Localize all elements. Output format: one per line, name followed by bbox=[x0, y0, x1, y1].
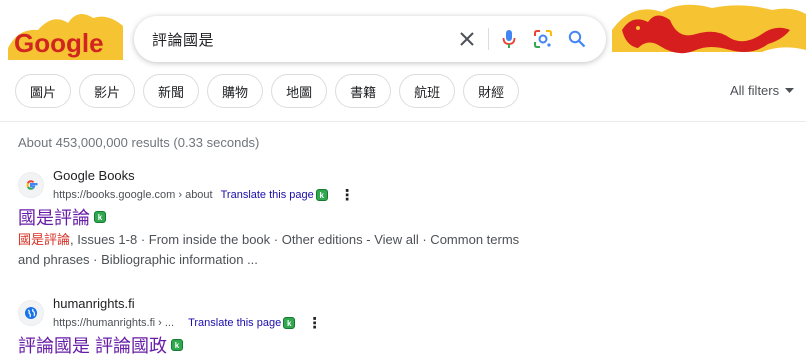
filter-chips: 圖片 影片 新聞 購物 地圖 書籍 航班 財經 bbox=[15, 74, 520, 110]
more-options-icon[interactable]: ⋮ bbox=[340, 186, 355, 204]
translate-link[interactable]: Translate this page bbox=[188, 317, 281, 329]
site-name[interactable]: Google Books bbox=[53, 168, 135, 183]
result-title-text[interactable]: 國是評論 bbox=[18, 204, 90, 230]
site-name[interactable]: humanrights.fi bbox=[53, 296, 135, 311]
extension-badge-icon: k bbox=[171, 339, 184, 351]
site-url-row: https://books.google.com › about Transla… bbox=[53, 186, 355, 204]
google-doodle-logo[interactable]: Google bbox=[8, 8, 123, 60]
more-options-icon[interactable]: ⋮ bbox=[307, 314, 322, 332]
translate-link[interactable]: Translate this page bbox=[221, 189, 314, 201]
microphone-icon[interactable] bbox=[498, 28, 520, 50]
result-stats: About 453,000,000 results (0.33 seconds) bbox=[18, 135, 260, 150]
extension-badge-icon: k bbox=[315, 189, 328, 201]
search-box[interactable]: 評論國是 bbox=[134, 16, 606, 62]
search-icon[interactable] bbox=[566, 28, 588, 50]
all-filters-label: All filters bbox=[730, 83, 780, 98]
search-input[interactable]: 評論國是 bbox=[152, 29, 214, 50]
site-url-row: https://humanrights.fi › ... Translate t… bbox=[53, 314, 322, 332]
site-url[interactable]: https://books.google.com › about bbox=[53, 189, 213, 201]
result-title[interactable]: 評論國是 評論國政 k bbox=[18, 332, 184, 356]
chip-finance[interactable]: 財經 bbox=[463, 74, 520, 108]
header-divider bbox=[0, 121, 806, 122]
result-title[interactable]: 國是評論 k bbox=[18, 204, 106, 230]
extension-badge-icon: k bbox=[283, 317, 296, 329]
chip-images[interactable]: 圖片 bbox=[15, 74, 72, 108]
chip-videos[interactable]: 影片 bbox=[79, 74, 136, 108]
searchbox-divider bbox=[488, 28, 489, 50]
clear-search-icon[interactable] bbox=[456, 28, 478, 50]
chip-flights[interactable]: 航班 bbox=[399, 74, 456, 108]
chip-books[interactable]: 書籍 bbox=[335, 74, 392, 108]
result-title-text[interactable]: 評論國是 評論國政 bbox=[18, 332, 167, 356]
google-favicon-icon[interactable] bbox=[18, 172, 44, 198]
snippet-highlight: 國是評論 bbox=[18, 232, 71, 247]
dragon-doodle-icon bbox=[612, 4, 806, 54]
globe-favicon-icon[interactable] bbox=[18, 300, 44, 326]
result-snippet: 國是評論, Issues 1-8 · From inside the book … bbox=[18, 230, 538, 270]
chip-shopping[interactable]: 購物 bbox=[207, 74, 264, 108]
google-lens-icon[interactable] bbox=[532, 28, 554, 50]
site-url[interactable]: https://humanrights.fi › ... bbox=[53, 317, 174, 329]
logo-text: Google bbox=[14, 28, 104, 58]
chevron-down-icon bbox=[785, 87, 795, 93]
header: Google 評論國是 圖片 影片 新聞 購物 地圖 書籍 航班 財經 All … bbox=[0, 0, 806, 122]
chip-maps[interactable]: 地圖 bbox=[271, 74, 328, 108]
chip-news[interactable]: 新聞 bbox=[143, 74, 200, 108]
all-filters-button[interactable]: All filters bbox=[730, 83, 795, 98]
snippet-text: , Issues 1-8 · From inside the book · Ot… bbox=[18, 232, 520, 267]
extension-badge-icon: k bbox=[94, 211, 106, 223]
